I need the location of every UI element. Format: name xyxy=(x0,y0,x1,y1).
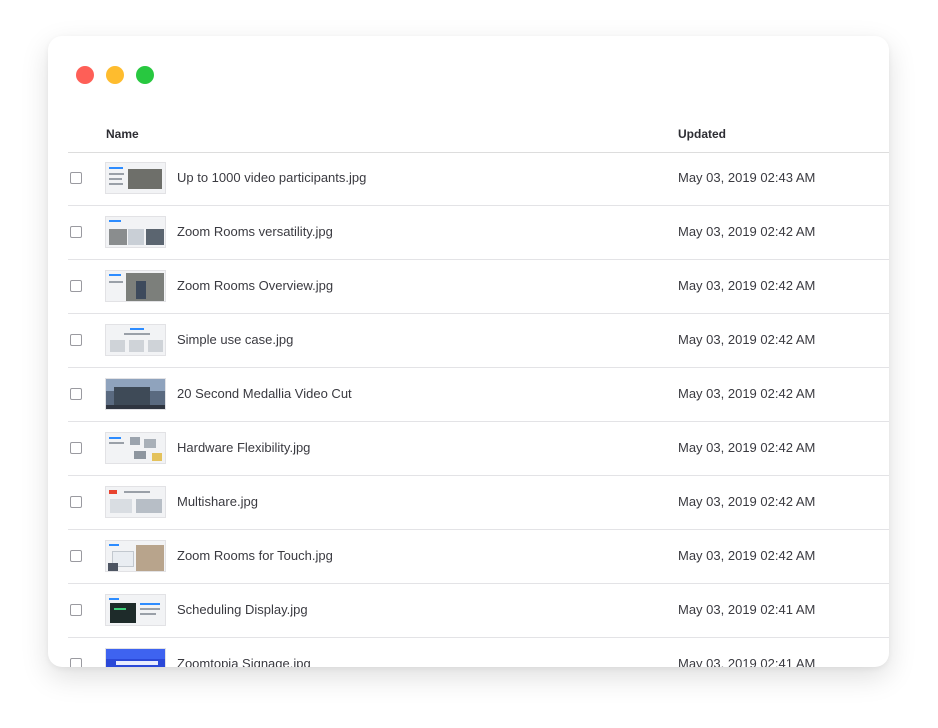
column-header-name[interactable]: Name xyxy=(106,127,139,141)
file-thumbnail xyxy=(105,324,166,356)
table-row[interactable]: Simple use case.jpg May 03, 2019 02:42 A… xyxy=(68,314,889,368)
file-updated-date: May 03, 2019 02:42 AM xyxy=(678,332,816,347)
file-thumbnail xyxy=(105,648,166,667)
row-checkbox[interactable] xyxy=(70,280,82,292)
file-updated-date: May 03, 2019 02:42 AM xyxy=(678,278,816,293)
file-list: Up to 1000 video participants.jpg May 03… xyxy=(68,152,889,667)
maximize-window-button[interactable] xyxy=(136,66,154,84)
column-header-updated[interactable]: Updated xyxy=(678,127,726,141)
file-name: Up to 1000 video participants.jpg xyxy=(177,170,367,185)
file-thumbnail xyxy=(105,216,166,248)
file-thumbnail xyxy=(105,162,166,194)
file-updated-date: May 03, 2019 02:42 AM xyxy=(678,548,816,563)
file-name: Zoom Rooms for Touch.jpg xyxy=(177,548,333,563)
file-thumbnail xyxy=(105,270,166,302)
file-updated-date: May 03, 2019 02:42 AM xyxy=(678,440,816,455)
file-updated-date: May 03, 2019 02:41 AM xyxy=(678,656,816,667)
file-updated-date: May 03, 2019 02:41 AM xyxy=(678,602,816,617)
row-checkbox[interactable] xyxy=(70,550,82,562)
file-name: 20 Second Medallia Video Cut xyxy=(177,386,352,401)
window-controls xyxy=(76,66,154,84)
table-row[interactable]: Multishare.jpg May 03, 2019 02:42 AM xyxy=(68,476,889,530)
table-row[interactable]: Scheduling Display.jpg May 03, 2019 02:4… xyxy=(68,584,889,638)
close-window-button[interactable] xyxy=(76,66,94,84)
row-checkbox[interactable] xyxy=(70,604,82,616)
file-updated-date: May 03, 2019 02:43 AM xyxy=(678,170,816,185)
row-checkbox[interactable] xyxy=(70,226,82,238)
table-header: Name Updated xyxy=(68,118,889,153)
row-checkbox[interactable] xyxy=(70,388,82,400)
file-updated-date: May 03, 2019 02:42 AM xyxy=(678,386,816,401)
row-checkbox[interactable] xyxy=(70,172,82,184)
file-name: Simple use case.jpg xyxy=(177,332,294,347)
file-updated-date: May 03, 2019 02:42 AM xyxy=(678,494,816,509)
row-checkbox[interactable] xyxy=(70,442,82,454)
file-thumbnail xyxy=(105,432,166,464)
file-thumbnail xyxy=(105,540,166,572)
file-name: Scheduling Display.jpg xyxy=(177,602,308,617)
table-row[interactable]: Hardware Flexibility.jpg May 03, 2019 02… xyxy=(68,422,889,476)
table-row[interactable]: Zoomtopia Signage.jpg May 03, 2019 02:41… xyxy=(68,638,889,667)
row-checkbox[interactable] xyxy=(70,496,82,508)
file-updated-date: May 03, 2019 02:42 AM xyxy=(678,224,816,239)
file-thumbnail xyxy=(105,594,166,626)
table-row[interactable]: Up to 1000 video participants.jpg May 03… xyxy=(68,152,889,206)
file-name: Multishare.jpg xyxy=(177,494,258,509)
table-row[interactable]: Zoom Rooms Overview.jpg May 03, 2019 02:… xyxy=(68,260,889,314)
table-row[interactable]: Zoom Rooms versatility.jpg May 03, 2019 … xyxy=(68,206,889,260)
file-thumbnail xyxy=(105,486,166,518)
file-thumbnail xyxy=(105,378,166,410)
row-checkbox[interactable] xyxy=(70,334,82,346)
file-browser-window: Name Updated Up to 1000 video participan… xyxy=(48,36,889,667)
file-name: Hardware Flexibility.jpg xyxy=(177,440,311,455)
table-row[interactable]: Zoom Rooms for Touch.jpg May 03, 2019 02… xyxy=(68,530,889,584)
minimize-window-button[interactable] xyxy=(106,66,124,84)
row-checkbox[interactable] xyxy=(70,658,82,667)
file-name: Zoom Rooms Overview.jpg xyxy=(177,278,334,293)
table-row[interactable]: 20 Second Medallia Video Cut May 03, 201… xyxy=(68,368,889,422)
file-name: Zoom Rooms versatility.jpg xyxy=(177,224,333,239)
file-name: Zoomtopia Signage.jpg xyxy=(177,656,311,667)
